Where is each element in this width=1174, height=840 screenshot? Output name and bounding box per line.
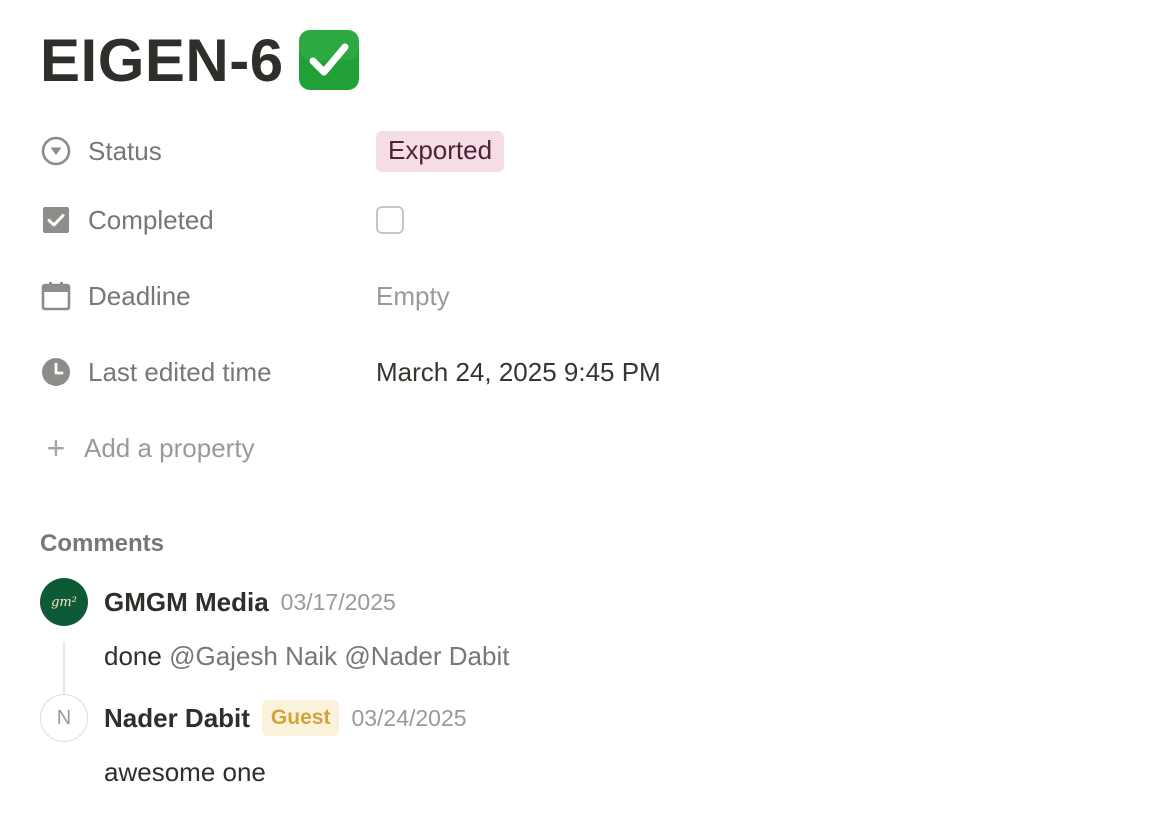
calendar-icon: [40, 280, 72, 312]
property-completed-value: [376, 206, 404, 234]
comment-date[interactable]: 03/24/2025: [351, 705, 466, 732]
thread-line: [63, 642, 65, 696]
property-deadline-name[interactable]: Deadline: [40, 280, 376, 312]
page-title[interactable]: EIGEN-6: [40, 26, 284, 95]
property-deadline-value[interactable]: Empty: [376, 281, 450, 312]
mention-link[interactable]: @Gajesh Naik: [169, 641, 337, 671]
comment-body: done @Gajesh Naik @Nader Dabit: [104, 638, 1140, 674]
comment-text: awesome one: [104, 757, 266, 787]
comments-heading: Comments: [40, 530, 165, 557]
add-property-label: Add a property: [84, 432, 255, 463]
property-status-label: Status: [88, 135, 162, 166]
comment-author[interactable]: GMGM Media: [104, 587, 269, 618]
comment-body: awesome one: [104, 754, 1140, 790]
property-completed-label: Completed: [88, 204, 214, 235]
property-last-edited-value: March 24, 2025 9:45 PM: [376, 356, 661, 387]
add-property-button[interactable]: + Add a property: [40, 410, 1140, 486]
property-completed: Completed: [40, 182, 1140, 258]
property-deadline: Deadline Empty: [40, 258, 1140, 334]
comment-date[interactable]: 03/17/2025: [281, 589, 396, 616]
comment-item: gm² GMGM Media 03/17/2025 done @Gajesh N…: [40, 578, 1140, 696]
property-completed-name[interactable]: Completed: [40, 204, 376, 236]
status-badge[interactable]: Exported: [376, 130, 505, 172]
completed-checkbox[interactable]: [376, 206, 404, 234]
property-last-edited: Last edited time March 24, 2025 9:45 PM: [40, 334, 1140, 410]
avatar[interactable]: N: [40, 694, 88, 742]
property-status: Status Exported: [40, 120, 1140, 182]
comment-author[interactable]: Nader Dabit: [104, 703, 250, 734]
property-deadline-label: Deadline: [88, 280, 191, 311]
plus-icon: +: [46, 429, 66, 466]
property-last-edited-name[interactable]: Last edited time: [40, 356, 376, 388]
comment-item: N Nader Dabit Guest 03/24/2025 awesome o…: [40, 694, 1140, 790]
mention-link[interactable]: @Nader Dabit: [344, 641, 509, 671]
property-last-edited-label: Last edited time: [88, 356, 272, 387]
comment-header: N Nader Dabit Guest 03/24/2025: [40, 694, 1140, 742]
property-status-value[interactable]: Exported: [376, 130, 505, 172]
page-container: EIGEN-6 Status Exported Completed Deadli…: [40, 22, 1140, 790]
properties-list: Status Exported Completed Deadline Empty…: [40, 120, 1140, 486]
comment-text: done: [104, 641, 162, 671]
avatar[interactable]: gm²: [40, 578, 88, 626]
guest-badge: Guest: [261, 700, 340, 736]
status-icon: [40, 135, 72, 167]
page-header: EIGEN-6: [40, 22, 1140, 98]
clock-icon: [40, 356, 72, 388]
comment-header: gm² GMGM Media 03/17/2025: [40, 578, 1140, 626]
check-mark-emoji-icon[interactable]: [298, 29, 360, 91]
checkbox-icon: [40, 204, 72, 236]
property-status-name[interactable]: Status: [40, 135, 376, 167]
